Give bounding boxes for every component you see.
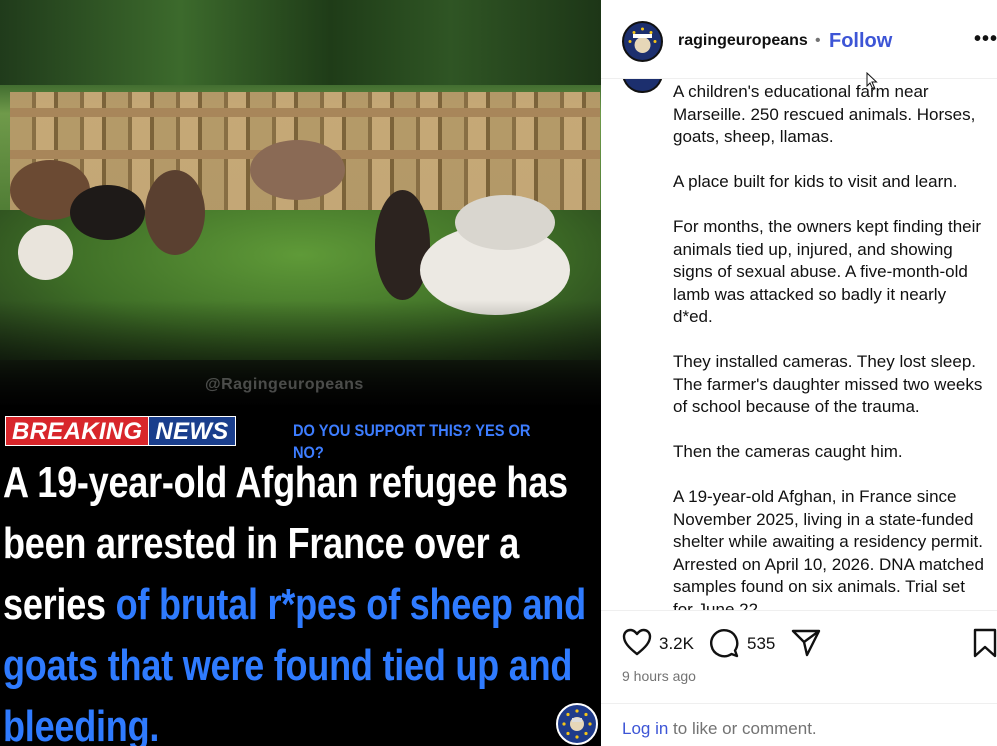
- post-media[interactable]: @Ragingeuropeans BREAKING NEWS DO YOU SU…: [0, 0, 601, 746]
- login-prompt-text: to like or comment.: [668, 719, 817, 738]
- divider: [601, 610, 997, 611]
- goat: [250, 140, 345, 200]
- breaking-news-badge: BREAKING NEWS: [5, 416, 236, 446]
- trees-background: [0, 0, 601, 85]
- bookmark-icon[interactable]: [973, 628, 997, 658]
- goat: [70, 185, 145, 240]
- like-count[interactable]: 3.2K: [659, 634, 694, 654]
- goat: [145, 170, 205, 255]
- caption-text: A children's educational farm near Marse…: [673, 82, 984, 610]
- mouse-cursor-icon: [866, 72, 878, 90]
- more-options-icon[interactable]: •••: [974, 28, 997, 51]
- login-link[interactable]: Log in: [622, 719, 668, 738]
- sheep: [455, 195, 555, 250]
- comment-icon[interactable]: [709, 628, 739, 658]
- caption-scroll-area[interactable]: A children's educational farm near Marse…: [601, 79, 997, 610]
- news-label: NEWS: [149, 416, 236, 446]
- brand-logo-icon: [556, 703, 598, 745]
- heart-icon[interactable]: [622, 628, 652, 656]
- post-timestamp[interactable]: 9 hours ago: [622, 668, 696, 684]
- username-link[interactable]: ragingeuropeans: [678, 32, 808, 50]
- goat-kid: [18, 225, 73, 280]
- comment-count[interactable]: 535: [747, 634, 775, 654]
- follow-button[interactable]: Follow: [829, 30, 892, 53]
- caption-avatar[interactable]: [622, 79, 663, 93]
- profile-avatar[interactable]: [622, 21, 663, 62]
- sheep: [375, 190, 430, 300]
- separator-dot: •: [815, 32, 821, 49]
- share-icon[interactable]: [791, 628, 821, 658]
- login-prompt: Log in to like or comment.: [622, 719, 817, 739]
- breaking-label: BREAKING: [5, 416, 150, 446]
- watermark: @Ragingeuropeans: [205, 376, 364, 393]
- divider: [601, 703, 997, 704]
- headline: A 19-year-old Afghan refugee has been ar…: [3, 452, 593, 746]
- farm-photo: [0, 0, 601, 405]
